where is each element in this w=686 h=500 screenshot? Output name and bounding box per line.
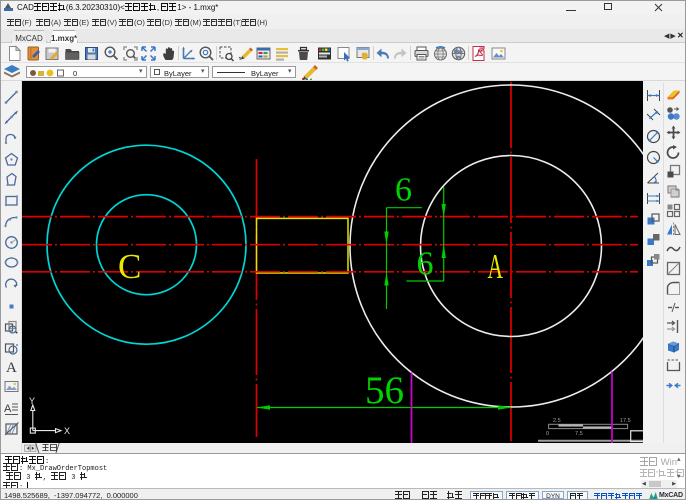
svg-text:Y: Y [29,396,35,406]
svg-text:6: 6 [395,172,412,209]
svg-text:A: A [4,403,12,415]
svg-text:17.5: 17.5 [620,418,631,424]
svg-text:56: 56 [365,369,404,412]
svg-text:X: X [64,426,70,436]
svg-text:A: A [488,247,504,286]
svg-text:6: 6 [417,246,434,283]
svg-text:PDF: PDF [479,48,486,52]
svg-text:0: 0 [546,431,549,437]
svg-text:2.5: 2.5 [553,418,561,424]
svg-text:A: A [6,360,17,375]
svg-text:C: C [118,247,141,286]
svg-text:7.5: 7.5 [575,431,583,437]
